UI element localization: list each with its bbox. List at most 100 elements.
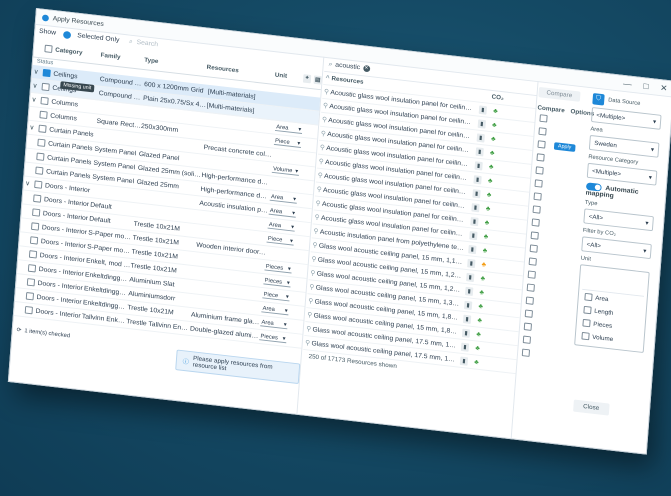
clear-search-icon[interactable]: ✕ (362, 64, 370, 73)
compare-checkbox[interactable] (532, 205, 541, 214)
compare-checkbox[interactable] (536, 153, 545, 162)
datasheet-icon[interactable]: ▮ (476, 132, 485, 143)
show-radio[interactable] (62, 30, 71, 39)
unit-dropdown[interactable]: Area ▾ (268, 207, 297, 218)
compare-checkbox[interactable] (535, 166, 544, 175)
header-category[interactable]: Category (55, 46, 101, 58)
element-search-input[interactable]: Search (136, 39, 158, 48)
compare-checkbox[interactable] (525, 296, 534, 305)
compare-checkbox[interactable] (530, 231, 539, 240)
unit-dropdown[interactable]: Area ▾ (260, 318, 288, 330)
unit-dropdown[interactable]: Volume ▾ (271, 165, 300, 176)
compare-checkbox[interactable] (526, 283, 535, 292)
header-type[interactable]: Type (144, 56, 207, 70)
row-checkbox[interactable] (27, 264, 37, 273)
datasheet-icon[interactable]: ▮ (461, 328, 471, 338)
resource-search-input[interactable]: acoustic (335, 62, 360, 71)
unit-dropdown[interactable]: Area ▾ (261, 304, 289, 316)
row-checkbox[interactable] (33, 194, 42, 203)
header-unit[interactable]: Unit (275, 71, 304, 81)
row-checkbox[interactable] (32, 208, 41, 217)
unit-dropdown[interactable]: Area ▾ (267, 221, 296, 232)
compare-checkbox[interactable] (528, 257, 537, 266)
datasheet-icon[interactable]: ▮ (459, 356, 469, 366)
map-icon[interactable]: ⌖ (302, 73, 312, 83)
header-co2[interactable]: CO₂ (491, 94, 505, 102)
chevron-down-icon[interactable] (27, 141, 35, 142)
unit-dropdown[interactable]: Piece ▾ (273, 137, 302, 148)
datasheet-icon[interactable]: ▮ (478, 104, 488, 115)
unit-checkbox[interactable] (581, 331, 590, 341)
unit-checkbox[interactable] (584, 292, 593, 302)
filter-icon[interactable]: ⛉ (592, 93, 605, 106)
unit-dropdown[interactable]: Pieces ▾ (259, 332, 287, 344)
row-checkbox[interactable] (25, 292, 35, 301)
chevron-down-icon[interactable] (23, 197, 31, 198)
row-checkbox[interactable] (40, 96, 49, 106)
compare-checkbox[interactable] (534, 179, 543, 188)
row-checkbox[interactable] (37, 138, 46, 147)
datasheet-icon[interactable]: ▮ (474, 160, 483, 171)
datasheet-icon[interactable]: ▮ (475, 146, 484, 157)
row-checkbox[interactable] (30, 222, 40, 231)
chevron-down-icon[interactable] (26, 155, 34, 156)
header-resources[interactable]: Resources (206, 64, 275, 78)
maximize-icon[interactable]: □ (643, 81, 649, 92)
datasheet-icon[interactable]: ▮ (468, 244, 477, 254)
header-family[interactable]: Family (100, 52, 144, 63)
datasheet-icon[interactable]: ▮ (466, 272, 475, 282)
unit-checkbox[interactable] (583, 305, 592, 315)
compare-checkbox[interactable] (538, 127, 547, 136)
compare-checkbox[interactable] (537, 140, 546, 149)
row-checkbox[interactable] (39, 110, 48, 120)
row-checkbox[interactable] (42, 68, 51, 78)
unit-dropdown[interactable]: Area ▾ (274, 123, 303, 134)
close-icon[interactable]: ✕ (660, 82, 668, 93)
chevron-down-icon[interactable] (29, 113, 37, 114)
chevron-down-icon[interactable]: ∨ (32, 68, 40, 76)
chevron-down-icon[interactable] (22, 211, 30, 212)
list-icon[interactable]: ▤ (313, 74, 322, 85)
compare-checkbox[interactable] (521, 348, 531, 357)
datasheet-icon[interactable]: ▮ (472, 188, 481, 198)
compare-checkbox[interactable] (522, 335, 532, 344)
compare-checkbox[interactable] (531, 218, 540, 227)
chevron-down-icon[interactable] (16, 281, 24, 282)
compare-checkbox[interactable] (529, 244, 538, 253)
row-checkbox[interactable] (29, 236, 39, 245)
datasheet-icon[interactable]: ▮ (462, 314, 472, 324)
minimize-icon[interactable]: — (623, 78, 632, 89)
unit-dropdown[interactable]: Pieces ▾ (263, 276, 291, 288)
chevron-down-icon[interactable]: ∨ (28, 123, 36, 132)
unit-dropdown[interactable]: Area ▾ (269, 193, 298, 204)
chevron-down-icon[interactable] (21, 225, 29, 226)
unit-dropdown[interactable]: Pieces ▾ (264, 262, 293, 274)
select-all-checkbox[interactable] (44, 44, 53, 53)
compare-checkbox[interactable] (524, 309, 533, 318)
chevron-down-icon[interactable] (19, 253, 27, 254)
row-checkbox[interactable] (34, 180, 43, 189)
unit-dropdown[interactable]: Piece ▾ (266, 235, 295, 246)
apply-button[interactable]: Apply (553, 142, 576, 152)
datasheet-icon[interactable]: ▮ (477, 118, 486, 129)
chevron-down-icon[interactable] (20, 239, 28, 240)
unit-dropdown[interactable]: Piece ▾ (262, 290, 290, 302)
datasheet-icon[interactable]: ▮ (471, 202, 480, 212)
close-button[interactable]: Close (573, 399, 610, 416)
chevron-down-icon[interactable] (25, 169, 33, 170)
datasheet-icon[interactable]: ▮ (460, 342, 470, 352)
compare-checkbox[interactable] (527, 270, 536, 279)
compare-checkbox[interactable] (523, 322, 532, 331)
datasheet-icon[interactable]: ▮ (464, 300, 473, 310)
row-checkbox[interactable] (35, 166, 44, 175)
datasheet-icon[interactable]: ▮ (465, 286, 474, 296)
compare-checkbox[interactable] (539, 114, 548, 123)
row-checkbox[interactable] (36, 152, 45, 161)
chevron-down-icon[interactable] (14, 309, 22, 310)
row-checkbox[interactable] (41, 82, 50, 92)
chevron-down-icon[interactable]: ∨ (24, 179, 32, 187)
row-checkbox[interactable] (28, 250, 38, 259)
compare-button[interactable]: Compare (538, 86, 581, 102)
row-checkbox[interactable] (24, 305, 33, 315)
row-checkbox[interactable] (26, 278, 36, 287)
